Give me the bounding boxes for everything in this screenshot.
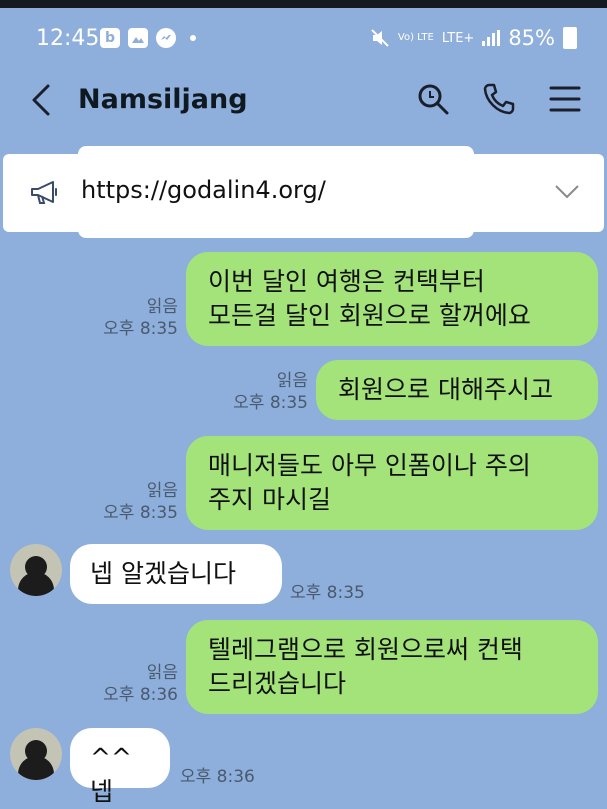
message-line: 텔레그램으로 회원으로써 컨택 [208,635,523,664]
back-icon[interactable] [26,80,58,120]
chevron-down-icon[interactable] [554,182,580,200]
status-right: Vo) LTE LTE+ 85% [370,26,577,50]
notice-link[interactable]: https://godalin4.org/ [81,176,326,204]
message-line: 매니저들도 아무 인폼이나 주의 [208,451,531,480]
b-app-icon: b [100,28,120,48]
message-line: 넵 알겠습니다 [90,559,236,588]
message-line: 회원으로 대해주시고 [338,375,553,404]
message-time: 오후 8:35 [233,393,308,413]
megaphone-icon [31,181,57,204]
message-time: 오후 8:35 [103,503,178,523]
read-indicator: 읽음 [276,371,308,391]
message-time: 오후 8:36 [103,685,178,705]
mute-icon [371,29,389,47]
lte-indicator: LTE+ [441,30,475,46]
chat-header: Namsiljang [0,60,607,145]
message-line: 드리겠습니다 [208,669,347,698]
message-meta: 읽음 오후 8:35 [226,370,308,414]
gallery-icon [128,28,148,48]
status-bar: 12:45 b Vo) LTE LTE+ 85% [0,8,607,60]
message-line: 이번 달인 여행은 컨택부터 [208,267,485,296]
message-line: ^^ 넵 [90,743,132,806]
top-edge [0,0,607,8]
chat-title: Namsiljang [78,84,248,115]
notification-icons: b [100,28,196,48]
my-message-bubble[interactable]: 매니저들도 아무 인폼이나 주의 주지 마시길 [186,436,598,530]
signal-icon [482,30,501,46]
other-message-bubble[interactable]: 넵 알겠습니다 [70,544,282,604]
my-message-bubble[interactable]: 이번 달인 여행은 컨택부터 모든걸 달인 회원으로 할꺼에요 [186,252,598,346]
read-indicator: 읽음 [146,481,178,501]
battery-level: 85% [508,26,555,50]
message-time: 오후 8:35 [103,319,178,339]
read-indicator: 읽음 [146,663,178,683]
menu-icon[interactable] [548,82,582,116]
read-indicator: 읽음 [146,297,178,317]
message-meta: 읽음 오후 8:36 [96,662,178,706]
message-meta: 읽음 오후 8:35 [96,296,178,340]
volte-indicator: Vo) LTE [397,32,434,43]
my-message-bubble[interactable]: 회원으로 대해주시고 [316,360,598,420]
message-time: 오후 8:35 [290,583,365,603]
search-icon[interactable] [416,82,450,116]
message-line: 주지 마시길 [208,485,331,514]
message-line: 모든걸 달인 회원으로 할꺼에요 [208,301,531,330]
message-meta: 읽음 오후 8:35 [96,480,178,524]
notice-banner[interactable]: https://godalin4.org/ [3,154,604,232]
phone-icon[interactable] [482,82,516,116]
avatar[interactable] [10,728,62,780]
status-time: 12:45 [36,26,100,51]
messenger-icon [156,28,176,48]
avatar[interactable] [10,544,62,596]
battery-icon [563,27,577,49]
my-message-bubble[interactable]: 텔레그램으로 회원으로써 컨택 드리겠습니다 [186,620,598,714]
more-notifications-dot [190,35,196,41]
other-message-bubble[interactable]: ^^ 넵 [70,728,170,806]
message-time: 오후 8:36 [180,767,255,787]
